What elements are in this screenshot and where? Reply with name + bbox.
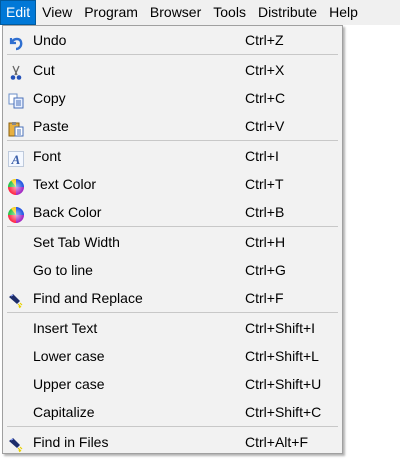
menu-item-shortcut: Ctrl+G xyxy=(245,262,286,278)
menu-item-label: Font xyxy=(33,148,62,164)
menu-item-capitalize[interactable]: Capitalize Ctrl+Shift+C xyxy=(3,398,342,426)
menubar-item-view[interactable]: View xyxy=(36,0,78,25)
menu-item-upper-case[interactable]: Upper case Ctrl+Shift+U xyxy=(3,370,342,398)
menu-item-label: Find in Files xyxy=(33,434,109,450)
menu-item-copy[interactable]: Copy Ctrl+C xyxy=(3,84,342,112)
menu-item-label: Copy xyxy=(33,90,66,106)
menu-bar: Edit View Program Browser Tools Distribute Hel… xyxy=(0,0,400,25)
menubar-item-distribute[interactable]: Distribute xyxy=(252,0,323,25)
menu-item-insert-text[interactable]: Insert Text Ctrl+Shift+I xyxy=(3,314,342,342)
menu-item-lower-case[interactable]: Lower case Ctrl+Shift+L xyxy=(3,342,342,370)
menu-item-label: Text Color xyxy=(33,176,97,192)
menu-item-cut[interactable]: Cut Ctrl+X xyxy=(3,56,342,84)
menu-item-shortcut: Ctrl+Shift+U xyxy=(245,376,322,392)
menu-item-shortcut: Ctrl+I xyxy=(245,148,279,164)
menu-item-label: Find and Replace xyxy=(33,290,143,306)
menu-item-find-in-files[interactable]: Find in Files Ctrl+Alt+F xyxy=(3,428,342,456)
menu-item-font[interactable]: A Font Ctrl+I xyxy=(3,142,342,170)
menu-item-go-to-line[interactable]: Go to line Ctrl+G xyxy=(3,256,342,284)
menu-item-label: Cut xyxy=(33,62,55,78)
menu-item-label: Lower case xyxy=(33,348,105,364)
menu-item-shortcut: Ctrl+Alt+F xyxy=(245,434,309,450)
copy-icon xyxy=(8,90,24,109)
color-wheel-icon xyxy=(8,176,24,195)
font-icon: A xyxy=(8,148,24,167)
menubar-item-help[interactable]: Help xyxy=(323,0,364,25)
menu-item-shortcut: Ctrl+Shift+C xyxy=(245,404,322,420)
color-wheel-icon xyxy=(8,204,24,223)
menu-item-shortcut: Ctrl+Z xyxy=(245,32,284,48)
flashlight-icon xyxy=(8,290,24,309)
cut-icon xyxy=(8,62,24,80)
menubar-item-tools[interactable]: Tools xyxy=(207,0,252,25)
menu-item-back-color[interactable]: Back Color Ctrl+B xyxy=(3,198,342,226)
menu-item-shortcut: Ctrl+Shift+I xyxy=(245,320,316,336)
menubar-item-program[interactable]: Program xyxy=(78,0,144,25)
menu-item-shortcut: Ctrl+H xyxy=(245,234,286,250)
menu-item-shortcut: Ctrl+F xyxy=(245,290,284,306)
edit-menu-dropdown: Undo Ctrl+Z Cut Ctrl+X Copy Ctrl+C Paste Ctrl+V… xyxy=(2,25,343,454)
menubar-item-edit[interactable]: Edit xyxy=(0,0,37,25)
menu-item-shortcut: Ctrl+Shift+L xyxy=(245,348,319,364)
menu-item-label: Capitalize xyxy=(33,404,95,420)
menu-item-text-color[interactable]: Text Color Ctrl+T xyxy=(3,170,342,198)
menu-item-label: Go to line xyxy=(33,262,93,278)
menu-item-undo[interactable]: Undo Ctrl+Z xyxy=(3,26,342,54)
menu-item-shortcut: Ctrl+X xyxy=(245,62,285,78)
menu-item-label: Paste xyxy=(33,118,69,134)
menu-item-set-tab-width[interactable]: Set Tab Width Ctrl+H xyxy=(3,228,342,256)
flashlight-icon xyxy=(8,434,24,453)
menu-item-find-and-replace[interactable]: Find and Replace Ctrl+F xyxy=(3,284,342,312)
menu-item-label: Undo xyxy=(33,32,67,48)
menu-item-label: Insert Text xyxy=(33,320,98,336)
menubar-item-browser[interactable]: Browser xyxy=(144,0,207,25)
menu-item-label: Set Tab Width xyxy=(33,234,120,250)
svg-text:A: A xyxy=(11,152,21,167)
menu-item-shortcut: Ctrl+T xyxy=(245,176,284,192)
menu-item-label: Back Color xyxy=(33,204,102,220)
menu-item-shortcut: Ctrl+B xyxy=(245,204,285,220)
paste-icon xyxy=(8,118,24,137)
undo-icon xyxy=(8,32,24,51)
menu-item-shortcut: Ctrl+C xyxy=(245,90,286,106)
menu-item-shortcut: Ctrl+V xyxy=(245,118,285,134)
menu-item-paste[interactable]: Paste Ctrl+V xyxy=(3,112,342,140)
menu-item-label: Upper case xyxy=(33,376,105,392)
